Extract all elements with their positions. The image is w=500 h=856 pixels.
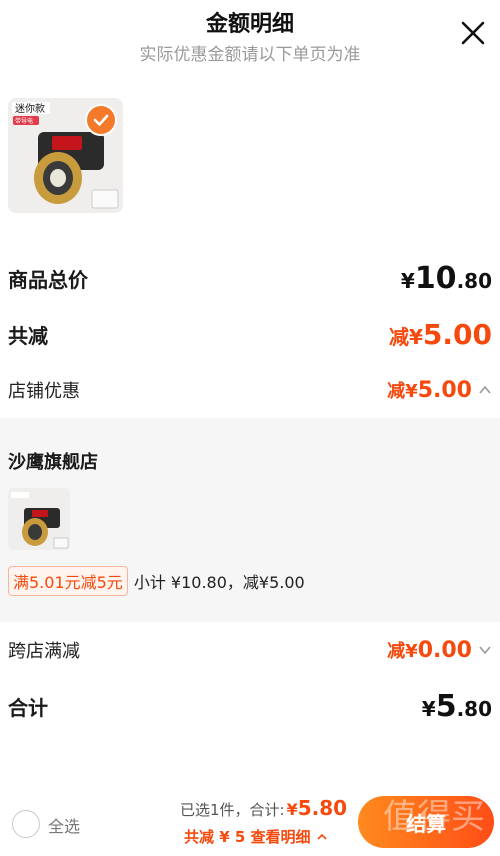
store-name: 沙鹰旗舰店 (8, 452, 98, 473)
goods-total-value: ¥10.80 (400, 260, 492, 296)
svg-text:带导电: 带导电 (15, 117, 33, 125)
shop-discount-label: 店铺优惠 (8, 381, 80, 402)
discount-row: 共减 减¥5.00 (8, 314, 492, 354)
shop-discount-row[interactable]: 店铺优惠 减¥ 5.00 (8, 370, 492, 410)
chevron-down-icon[interactable] (478, 643, 492, 657)
discount-value: 减¥5.00 (388, 317, 492, 351)
checkout-button[interactable]: 结算 (358, 796, 494, 848)
promo-subtotal: 小计 ¥10.80，减¥5.00 (133, 573, 305, 592)
goods-total-label: 商品总价 (8, 267, 88, 292)
page-title: 金额明细 (205, 12, 294, 37)
select-all-radio[interactable] (12, 810, 40, 838)
goods-total-row: 商品总价 ¥10.80 (8, 258, 492, 298)
promo-tag: 满5.01元减5元 (8, 566, 128, 596)
total-value: ¥5.80 (421, 688, 492, 724)
view-detail-link[interactable]: 共减 ¥ 5 查看明细 (184, 826, 329, 847)
cross-shop-row[interactable]: 跨店满减 减¥ 0.00 (8, 630, 492, 670)
svg-text:迷你款: 迷你款 (15, 102, 45, 115)
total-label: 合计 (8, 695, 48, 720)
store-product-image[interactable] (8, 488, 70, 550)
selected-summary: 已选1件，合计: ¥5.80 (180, 796, 348, 820)
close-icon[interactable] (458, 18, 488, 48)
selected-check-icon[interactable] (85, 104, 117, 136)
shop-discount-value: 减¥ 5.00 (387, 377, 492, 403)
discount-label: 共减 (8, 323, 48, 348)
cross-shop-label: 跨店满减 (8, 641, 80, 662)
chevron-up-icon[interactable] (478, 383, 492, 397)
cross-shop-value: 减¥ 0.00 (387, 637, 492, 663)
bottom-total: ¥5.80 (286, 796, 348, 820)
store-panel: 沙鹰旗舰店 满5.01元减5元 小计 ¥10.80，减¥5.00 (0, 418, 500, 622)
chevron-up-icon (316, 833, 327, 840)
total-row: 合计 ¥5.80 (8, 686, 492, 726)
select-all-label[interactable]: 全选 (48, 813, 80, 837)
headlamp-image (8, 488, 70, 550)
page-subtitle: 实际优惠金额请以下单页为准 (139, 45, 361, 65)
promo-line: 满5.01元减5元 小计 ¥10.80，减¥5.00 (8, 566, 305, 596)
header: 金额明细 实际优惠金额请以下单页为准 (0, 0, 500, 80)
bottom-bar: 全选 已选1件，合计: ¥5.80 共减 ¥ 5 查看明细 结算 值得买 (0, 786, 500, 856)
